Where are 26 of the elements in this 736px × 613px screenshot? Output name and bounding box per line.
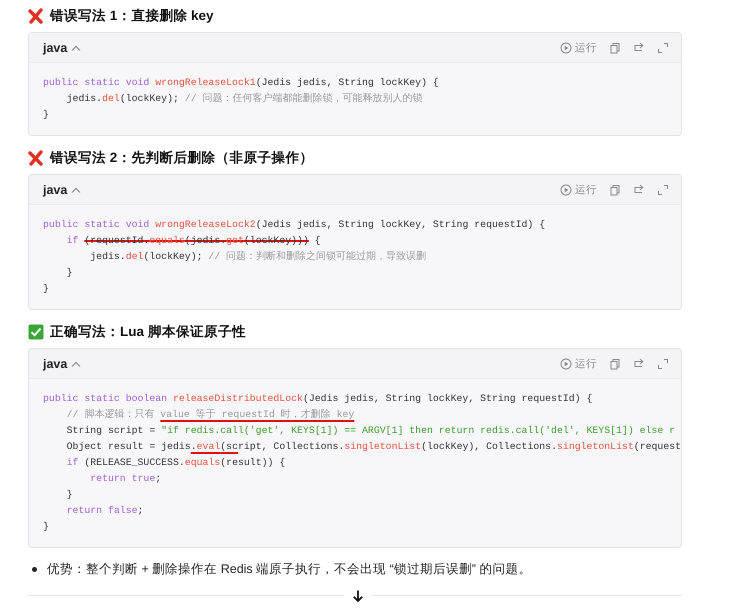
language-label: java — [43, 182, 68, 196]
code-line: jedis.del(lockKey); // 问题：判断和删除之间锁可能过期，导致误删 — [89, 250, 428, 264]
code-line: public static void wrongReleaseLock2(Jedis jedis, String lockKey, String requestId) { — [43, 218, 546, 232]
code-line: return true; — [89, 472, 162, 486]
bullet-text: 优势：整个判断 + 删除操作在 Redis 端原子执行，不会出现 “锁过期后误删” 的问题。 — [47, 561, 532, 578]
code-line: if (RELEASE_SUCCESS.equals(result)) { — [66, 456, 286, 470]
run-button[interactable]: 运行 — [560, 40, 597, 54]
run-button[interactable]: 运行 — [560, 356, 597, 370]
language-label: java — [43, 356, 68, 370]
code-line: } — [66, 488, 74, 502]
code-line: Object result = jedis.eval(script, Collections.singletonList(lockKey), Collections.singletonList(request — [66, 440, 681, 454]
code-line: // 脚本逻辑：只有 value 等于 requestId 时，才删除 key — [66, 408, 356, 422]
code-line: return false; — [66, 504, 144, 518]
section-heading: 错误写法 1：直接删除 key — [50, 7, 214, 25]
section-heading: 错误写法 2：先判断后删除（非原子操作） — [50, 149, 314, 167]
section-heading: 正确写法：Lua 脚本保证原子性 — [50, 323, 246, 341]
code-line: } — [43, 520, 50, 534]
code-line: } — [43, 282, 50, 296]
code-line: public static void wrongReleaseLock1(Jedis jedis, String lockKey) { — [43, 76, 440, 90]
language-label: java — [43, 40, 68, 54]
code-line: public static boolean releaseDistributedLock(Jedis jedis, String lockKey, String requestId) { — [43, 392, 594, 406]
code-line: } — [43, 108, 50, 122]
code-line: jedis.del(lockKey); // 问题：任何客户端都能删除锁，可能释放别人的锁 — [66, 92, 424, 106]
code-line: String script = "if redis.call('get', KEYS[1]) == ARGV[1] then return redis.call('del', KEYS[1]) else r — [66, 424, 676, 438]
code-line: } — [66, 266, 74, 280]
run-button[interactable]: 运行 — [560, 182, 597, 196]
